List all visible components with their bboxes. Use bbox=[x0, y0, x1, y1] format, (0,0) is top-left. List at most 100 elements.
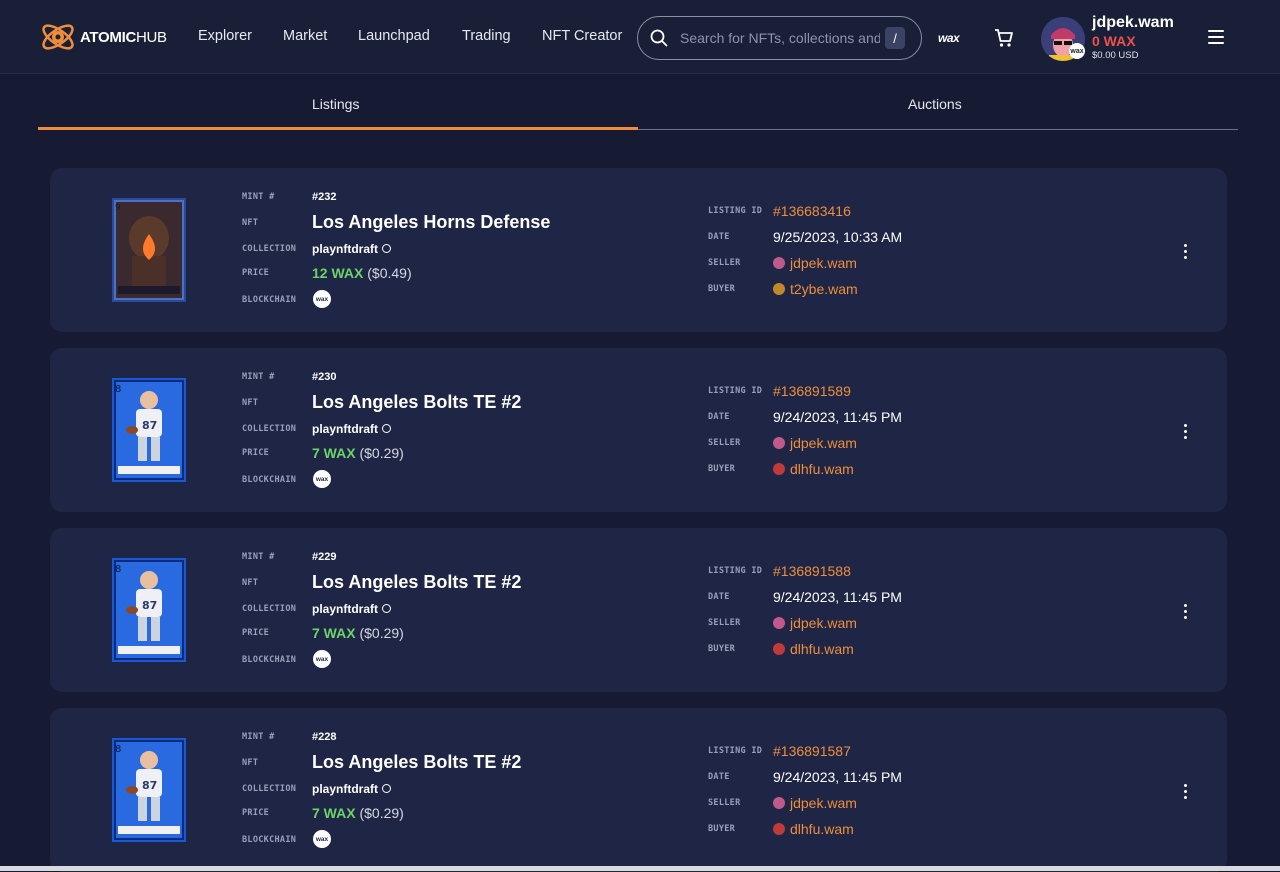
nav-market[interactable]: Market bbox=[283, 28, 327, 44]
collection-name[interactable]: playnftdraft bbox=[312, 422, 391, 436]
hamburger-menu-icon[interactable] bbox=[1208, 30, 1224, 44]
verified-icon bbox=[382, 244, 391, 254]
buyer-account[interactable]: dlhfu.wam bbox=[773, 461, 854, 477]
collection-name[interactable]: playnftdraft bbox=[312, 602, 391, 616]
top-navbar: ATOMICHUB Explorer Market Launchpad Trad… bbox=[0, 0, 1280, 74]
atomichub-logo[interactable]: ATOMICHUB bbox=[38, 17, 167, 57]
blockchain-label: BLOCKCHAIN bbox=[242, 295, 297, 305]
seller-account[interactable]: jdpek.wam bbox=[773, 615, 857, 631]
date-label: DATE bbox=[708, 592, 730, 602]
seller-label: SELLER bbox=[708, 798, 741, 808]
football-player-card-icon[interactable]: 87 8 bbox=[112, 738, 186, 842]
more-options-icon[interactable] bbox=[1184, 604, 1188, 620]
nft-name[interactable]: Los Angeles Bolts TE #2 bbox=[312, 572, 521, 593]
search-bar[interactable]: / bbox=[637, 16, 922, 60]
buyer-avatar-icon bbox=[773, 283, 785, 296]
listing-date: 9/24/2023, 11:45 PM bbox=[773, 589, 902, 605]
buyer-label: BUYER bbox=[708, 464, 736, 474]
user-balance: 0 WAX bbox=[1092, 33, 1136, 49]
mint-number: #228 bbox=[312, 731, 337, 743]
listing-id[interactable]: #136891589 bbox=[773, 383, 851, 399]
buyer-account[interactable]: dlhfu.wam bbox=[773, 821, 854, 837]
price-label: PRICE bbox=[242, 628, 270, 638]
wax-badge-icon: wax bbox=[1069, 43, 1085, 59]
price-value: 7 WAX ($0.29) bbox=[312, 625, 404, 641]
collection-label: COLLECTION bbox=[242, 244, 297, 254]
collection-name[interactable]: playnftdraft bbox=[312, 782, 391, 796]
tab-auctions[interactable]: Auctions bbox=[908, 96, 962, 112]
listing-card[interactable]: 9 MINT # #232 NFT Los Angeles Horns Defe… bbox=[50, 168, 1227, 332]
seller-avatar-icon bbox=[773, 797, 785, 810]
buyer-label: BUYER bbox=[708, 284, 736, 294]
nft-label: NFT bbox=[242, 218, 259, 228]
nft-name[interactable]: Los Angeles Horns Defense bbox=[312, 212, 550, 233]
nft-label: NFT bbox=[242, 758, 259, 768]
user-name[interactable]: jdpek.wam bbox=[1092, 14, 1174, 32]
collection-label: COLLECTION bbox=[242, 604, 297, 614]
search-icon bbox=[650, 29, 668, 47]
nav-trading[interactable]: Trading bbox=[462, 28, 511, 44]
verified-icon bbox=[382, 784, 391, 794]
football-player-card-icon[interactable]: 87 8 bbox=[112, 378, 186, 482]
buyer-account[interactable]: dlhfu.wam bbox=[773, 641, 854, 657]
atom-icon bbox=[42, 24, 74, 50]
nft-name[interactable]: Los Angeles Bolts TE #2 bbox=[312, 392, 521, 413]
price-value: 7 WAX ($0.29) bbox=[312, 805, 404, 821]
listing-date: 9/25/2023, 10:33 AM bbox=[773, 229, 903, 245]
mint-number: #229 bbox=[312, 551, 337, 563]
mint-label: MINT # bbox=[242, 192, 275, 202]
wax-logo[interactable]: wax bbox=[938, 31, 960, 45]
listing-date: 9/24/2023, 11:45 PM bbox=[773, 409, 902, 425]
mint-label: MINT # bbox=[242, 372, 275, 382]
user-balance-usd: $0.00 USD bbox=[1092, 50, 1139, 61]
flame-helmet-card-icon[interactable]: 9 bbox=[112, 198, 186, 302]
search-input[interactable] bbox=[678, 29, 882, 47]
verified-icon bbox=[382, 604, 391, 614]
nav-explorer[interactable]: Explorer bbox=[198, 28, 252, 44]
tab-active-indicator bbox=[38, 127, 638, 130]
nav-launchpad[interactable]: Launchpad bbox=[358, 28, 430, 44]
listing-id[interactable]: #136891587 bbox=[773, 743, 851, 759]
svg-text:87: 87 bbox=[142, 779, 157, 792]
seller-label: SELLER bbox=[708, 438, 741, 448]
more-options-icon[interactable] bbox=[1184, 784, 1188, 800]
listing-id-label: LISTING ID bbox=[708, 566, 763, 576]
wax-chain-icon: wax bbox=[313, 830, 331, 848]
listing-card[interactable]: 87 8 MINT # #228 NFT Los Angeles Bolts TE… bbox=[50, 708, 1227, 872]
buyer-avatar-icon bbox=[773, 643, 785, 656]
listing-id-label: LISTING ID bbox=[708, 206, 763, 216]
listing-date: 9/24/2023, 11:45 PM bbox=[773, 769, 902, 785]
svg-text:87: 87 bbox=[142, 599, 157, 612]
seller-account[interactable]: jdpek.wam bbox=[773, 435, 857, 451]
listing-card[interactable]: 87 8 MINT # #229 NFT Los Angeles Bolts TE… bbox=[50, 528, 1227, 692]
tab-listings[interactable]: Listings bbox=[312, 96, 359, 112]
wax-chain-icon: wax bbox=[313, 470, 331, 488]
wax-chain-icon: wax bbox=[313, 650, 331, 668]
blockchain-label: BLOCKCHAIN bbox=[242, 475, 297, 485]
listing-id[interactable]: #136683416 bbox=[773, 203, 851, 219]
listing-card[interactable]: 87 8 MINT # #230 NFT Los Angeles Bolts TE… bbox=[50, 348, 1227, 512]
date-label: DATE bbox=[708, 772, 730, 782]
nft-name[interactable]: Los Angeles Bolts TE #2 bbox=[312, 752, 521, 773]
wax-chain-icon: wax bbox=[313, 290, 331, 308]
seller-account[interactable]: jdpek.wam bbox=[773, 255, 857, 271]
price-label: PRICE bbox=[242, 268, 270, 278]
more-options-icon[interactable] bbox=[1184, 244, 1188, 260]
svg-text:8: 8 bbox=[115, 744, 121, 755]
window-scrollbar[interactable] bbox=[0, 866, 1280, 871]
collection-name[interactable]: playnftdraft bbox=[312, 242, 391, 256]
svg-text:87: 87 bbox=[142, 419, 157, 432]
cart-icon[interactable] bbox=[994, 28, 1014, 48]
more-options-icon[interactable] bbox=[1184, 424, 1188, 440]
mint-label: MINT # bbox=[242, 552, 275, 562]
verified-icon bbox=[382, 424, 391, 434]
buyer-account[interactable]: t2ybe.wam bbox=[773, 281, 858, 297]
listing-id[interactable]: #136891588 bbox=[773, 563, 851, 579]
football-player-card-icon[interactable]: 87 8 bbox=[112, 558, 186, 662]
listing-id-label: LISTING ID bbox=[708, 386, 763, 396]
seller-avatar-icon bbox=[773, 437, 785, 450]
seller-account[interactable]: jdpek.wam bbox=[773, 795, 857, 811]
seller-avatar-icon bbox=[773, 617, 785, 630]
nav-nft-creator[interactable]: NFT Creator bbox=[542, 28, 622, 44]
logo-text: ATOMICHUB bbox=[80, 28, 167, 46]
